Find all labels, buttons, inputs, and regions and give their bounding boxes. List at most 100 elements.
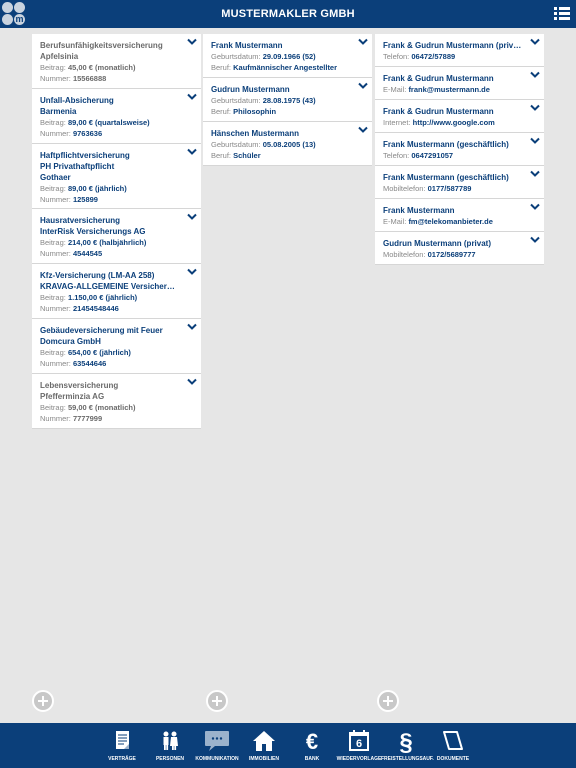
contact-card[interactable]: Frank Mustermann (geschäftlich) Telefon:… [375,133,544,166]
add-contact-button[interactable] [377,690,399,712]
chevron-down-icon[interactable] [187,268,197,276]
beitrag-label: Beitrag: [40,403,66,412]
chevron-down-icon[interactable] [530,104,540,112]
beitrag-label: Beitrag: [40,184,66,193]
nummer-label: Nummer: [40,304,71,313]
chevron-down-icon[interactable] [530,38,540,46]
contract-company: Barmenia [40,107,77,116]
person-occupation: Schüler [233,151,261,160]
contract-beitrag: 89,00 € (quartalsweise) [67,118,150,127]
contract-card[interactable]: Hausratversicherung InterRisk Versicheru… [32,209,201,264]
person-occupation: Kaufmännischer Angestellter [233,63,338,72]
person-occupation: Philosophin [233,107,277,116]
tab-dokumente[interactable]: Dokumente [428,727,478,767]
contact-card[interactable]: Frank & Gudrun Mustermann E-Mail: frank@… [375,67,544,100]
tab-label: Personen [155,756,185,762]
chevron-down-icon[interactable] [187,148,197,156]
geburtsdatum-label: Geburtsdatum: [211,52,261,61]
contract-type: Lebensversicherung [40,381,119,390]
chevron-down-icon[interactable] [530,71,540,79]
person-card[interactable]: Frank Mustermann Geburtsdatum: 29.09.196… [203,34,372,78]
contact-name: Frank & Gudrun Mustermann [383,107,494,116]
page-title: MUSTERMAKLER GMBH [221,8,355,20]
svg-text:§: § [399,729,412,753]
contact-value: 0172/5689777 [427,250,476,259]
tab-bank[interactable]: € Bank [287,727,337,767]
contract-nummer: 125899 [72,195,98,204]
contact-card[interactable]: Frank & Gudrun Mustermann Internet: http… [375,100,544,133]
geburtsdatum-label: Geburtsdatum: [211,96,261,105]
calendar-icon: 6 [347,729,371,753]
tab-label: Dokumente [436,756,470,762]
chevron-down-icon[interactable] [530,170,540,178]
contract-card[interactable]: Berufsunfähigkeitsversicherung Apfelsini… [32,34,201,89]
beitrag-label: Beitrag: [40,63,66,72]
chevron-down-icon[interactable] [187,323,197,331]
contact-value: 0647291057 [411,151,454,160]
communication-column: Frank & Gudrun Mustermann (privat) Telef… [375,34,544,265]
tab-freistellungsauftrag[interactable]: § Freistellungsauf. [381,727,434,767]
chevron-down-icon[interactable] [530,236,540,244]
tab-wiedervorlage[interactable]: 6 Wiedervorlage [334,727,384,767]
contact-card[interactable]: Frank Mustermann (geschäftlich) Mobiltel… [375,166,544,199]
tab-vertraege[interactable]: Verträge [97,727,147,767]
contract-nummer: 63544646 [72,359,107,368]
chevron-down-icon[interactable] [187,93,197,101]
chevron-down-icon[interactable] [358,82,368,90]
euro-icon: € [300,729,324,754]
chevron-down-icon[interactable] [187,213,197,221]
person-birthdate: 29.09.1966 (52) [262,52,316,61]
nummer-label: Nummer: [40,359,71,368]
tab-label: Immobilien [249,756,279,762]
contact-label: E-Mail: [383,85,407,94]
list-menu-icon[interactable] [554,7,570,21]
chevron-down-icon[interactable] [358,126,368,134]
person-card[interactable]: Gudrun Mustermann Geburtsdatum: 28.08.19… [203,78,372,122]
chevron-down-icon[interactable] [530,137,540,145]
contract-nummer: 7777999 [72,414,103,423]
person-birthdate: 28.08.1975 (43) [262,96,316,105]
person-card[interactable]: Hänschen Mustermann Geburtsdatum: 05.08.… [203,122,372,166]
contact-card[interactable]: Frank Mustermann E-Mail: fm@telekomanbie… [375,199,544,232]
tab-personen[interactable]: Personen [145,727,195,767]
contact-value: fm@telekomanbieter.de [408,217,493,226]
persons-column: Frank Mustermann Geburtsdatum: 29.09.196… [203,34,372,166]
contract-type: Hausratversicherung [40,216,121,225]
contact-label: Telefon: [383,52,410,61]
contact-value: 0177/587789 [427,184,472,193]
persons-icon [158,729,182,753]
folder-icon [441,729,465,753]
add-person-button[interactable] [206,690,228,712]
chevron-down-icon[interactable] [358,38,368,46]
tab-kommunikation[interactable]: Kommunikation [192,727,242,767]
contact-name: Frank & Gudrun Mustermann [383,74,494,83]
contract-company: InterRisk Versicherungs AG [40,227,146,236]
contact-name: Gudrun Mustermann (privat) [383,239,492,248]
tab-immobilien[interactable]: Immobilien [239,727,289,767]
nummer-label: Nummer: [40,129,71,138]
contact-label: E-Mail: [383,217,407,226]
nummer-label: Nummer: [40,249,71,258]
contract-card[interactable]: Unfall-Absicherung Barmenia Beitrag: 89,… [32,89,201,144]
contract-nummer: 4544545 [72,249,103,258]
contract-type: Gebäudeversicherung mit Feuer [40,326,163,335]
chevron-down-icon[interactable] [530,203,540,211]
chevron-down-icon[interactable] [187,38,197,46]
chevron-down-icon[interactable] [187,378,197,386]
svg-text:€: € [306,729,318,753]
bottom-nav: Verträge Personen Kommunikation Immobili… [0,723,576,768]
contract-type: Haftpflichtversicherung [40,151,130,160]
contact-label: Mobiltelefon: [383,184,426,193]
contract-card[interactable]: Gebäudeversicherung mit Feuer Domcura Gm… [32,319,201,374]
contract-card[interactable]: Haftpflichtversicherung PH Privathaftpfl… [32,144,201,209]
contact-card[interactable]: Frank & Gudrun Mustermann (privat) Telef… [375,34,544,67]
add-contract-button[interactable] [32,690,54,712]
contract-card[interactable]: Lebensversicherung Pfefferminzia AG Beit… [32,374,201,429]
beruf-label: Beruf: [211,107,232,116]
tab-label: Wiedervorlage [336,756,382,762]
tab-label: Kommunikation [195,756,239,762]
contract-card[interactable]: Kfz-Versicherung (LM-AA 258) KRAVAG-ALLG… [32,264,201,319]
geburtsdatum-label: Geburtsdatum: [211,140,261,149]
contract-nummer: 15566888 [72,74,107,83]
contact-card[interactable]: Gudrun Mustermann (privat) Mobiltelefon:… [375,232,544,265]
